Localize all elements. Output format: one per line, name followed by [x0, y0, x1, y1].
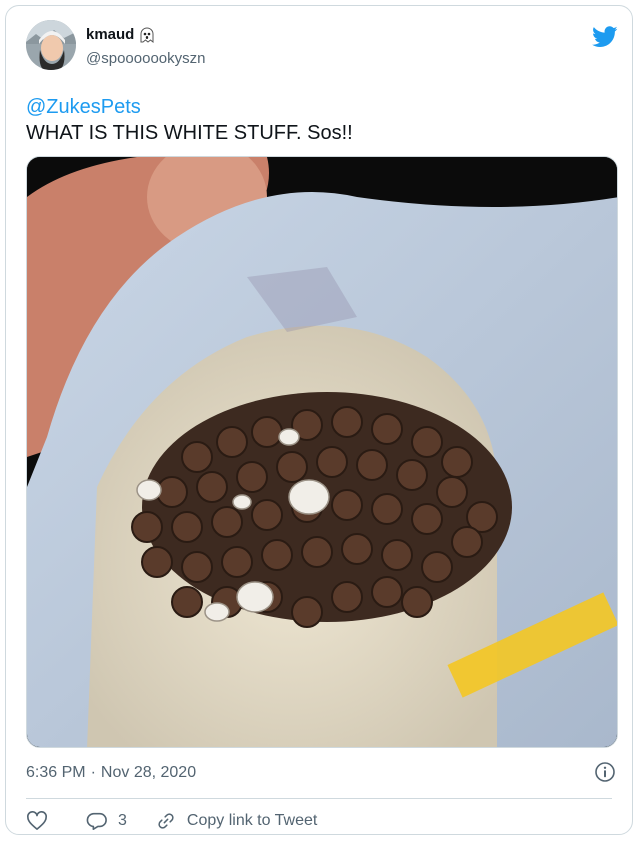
- tweet-card[interactable]: kmaud @spooooookyszn @ZukesPets WHAT IS …: [5, 5, 633, 835]
- link-icon: [158, 813, 174, 829]
- reply-bubble-icon: [86, 812, 107, 830]
- mention-link[interactable]: @ZukesPets: [26, 94, 616, 120]
- reply-button[interactable]: 3: [86, 811, 127, 831]
- copy-link-button[interactable]: Copy link to Tweet: [155, 811, 317, 831]
- divider: [26, 798, 612, 799]
- ghost-icon: [140, 27, 154, 43]
- like-button[interactable]: [26, 811, 58, 831]
- user-handle[interactable]: @spooooookyszn: [86, 50, 205, 67]
- display-name[interactable]: kmaud: [86, 26, 134, 43]
- twitter-bird-icon[interactable]: [592, 26, 618, 53]
- info-icon[interactable]: [594, 761, 616, 788]
- reply-count: 3: [118, 812, 127, 829]
- tweet-text: WHAT IS THIS WHITE STUFF. Sos!!: [26, 122, 353, 144]
- heart-icon: [27, 811, 47, 830]
- timestamp[interactable]: 6:36 PM · Nov 28, 2020: [26, 764, 196, 782]
- meta-separator: ·: [90, 764, 96, 781]
- copy-link-label: Copy link to Tweet: [186, 812, 318, 829]
- tweet-photo[interactable]: [26, 156, 618, 748]
- avatar[interactable]: [26, 20, 76, 70]
- tweet-time[interactable]: 6:36 PM: [26, 764, 86, 782]
- tweet-date[interactable]: Nov 28, 2020: [101, 764, 196, 782]
